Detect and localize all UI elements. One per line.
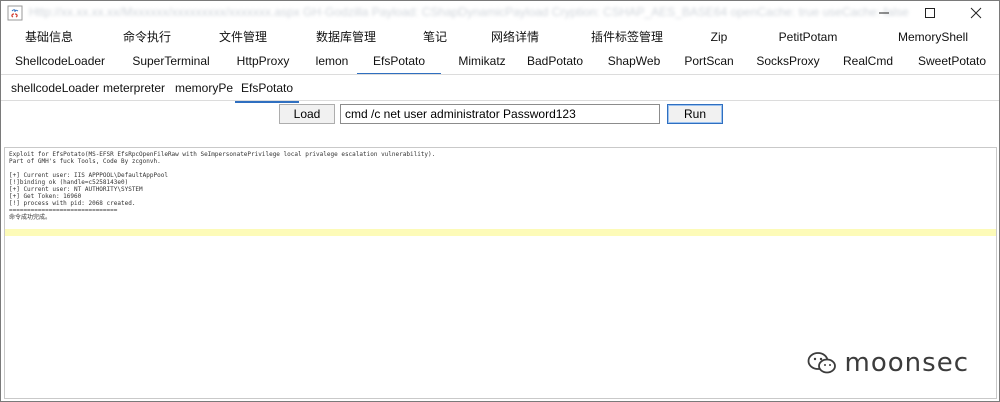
window-title: Http://xx.xx.xx.xx/Mxxxxxx/xxxxxxxxx/xxx… [29,5,909,19]
tab-database-manager[interactable]: 数据库管理 [316,25,376,49]
subtab-meterpreter[interactable]: meterpreter [103,76,165,100]
wechat-icon [807,352,836,374]
tab-divider [1,74,999,75]
tab-badpotato[interactable]: BadPotato [527,49,583,73]
tab-network-details[interactable]: 网络详情 [491,25,539,49]
tab-plugin-manager[interactable]: 插件标签管理 [591,25,663,49]
run-button[interactable]: Run [667,104,723,124]
tab-portscan[interactable]: PortScan [684,49,733,73]
output-line: [!]binding ok (handle=c5258143e0) [9,179,129,186]
tab-lemon[interactable]: lemon [316,49,349,73]
close-button[interactable] [953,1,999,25]
tab-notes[interactable]: 笔记 [423,25,447,49]
tab-realcmd[interactable]: RealCmd [843,49,893,73]
tab-shellcodeloader[interactable]: ShellcodeLoader [15,49,105,73]
subtab-efspotato[interactable]: EfsPotato [234,76,300,103]
command-input[interactable]: cmd /c net user administrator Password12… [340,104,660,124]
current-line-highlight [5,229,996,236]
output-line: ============================== [9,207,118,214]
minimize-button[interactable] [861,1,907,25]
minimize-icon [879,12,889,14]
tab-httpproxy[interactable]: HttpProxy [237,49,290,73]
tab-zip[interactable]: Zip [711,25,728,49]
subtab-memorype[interactable]: memoryPe [175,76,233,100]
watermark-text: moonsec [844,348,969,378]
output-line: Exploit for EfsPotato(MS-EFSR EfsRpcOpen… [9,151,436,158]
tab-row-2: ShellcodeLoader SuperTerminal HttpProxy … [1,49,999,75]
java-app-icon [7,5,23,21]
tab-command-exec[interactable]: 命令执行 [123,25,171,49]
close-icon [970,7,982,19]
tab-shapweb[interactable]: ShapWeb [608,49,660,73]
subtab-divider [1,100,999,101]
maximize-button[interactable] [907,1,953,25]
maximize-icon [925,8,935,18]
tab-socksproxy[interactable]: SocksProxy [756,49,819,73]
output-line: [+] Get Token: 16960 [9,193,82,200]
load-button[interactable]: Load [279,104,335,124]
output-line: Part of GMH's fuck Tools, Code By zcgonv… [9,158,161,165]
tab-mimikatz[interactable]: Mimikatz [458,49,505,73]
output-line: [+] Current user: NT AUTHORITY\SYSTEM [9,186,143,193]
tab-file-manager[interactable]: 文件管理 [219,25,267,49]
title-bar: Http://xx.xx.xx.xx/Mxxxxxx/xxxxxxxxx/xxx… [1,1,999,25]
tab-sweetpotato[interactable]: SweetPotato [918,49,986,73]
subtab-row: shellcodeLoader meterpreter memoryPe Efs… [1,76,999,103]
tab-petitpotam[interactable]: PetitPotam [779,25,838,49]
tab-superterminal[interactable]: SuperTerminal [132,49,209,73]
app-window: Http://xx.xx.xx.xx/Mxxxxxx/xxxxxxxxx/xxx… [0,0,1000,402]
tab-row-1: 基础信息 命令执行 文件管理 数据库管理 笔记 网络详情 插件标签管理 Zip … [1,25,999,49]
output-line: 命令成功完成。 [9,214,52,221]
output-line: [!] process with pid: 2068 created. [9,200,136,207]
watermark: moonsec [807,348,969,378]
tab-memoryshell[interactable]: MemoryShell [898,25,968,49]
tab-basic-info[interactable]: 基础信息 [25,25,73,49]
tab-efspotato[interactable]: EfsPotato [356,49,442,75]
output-line: [+] Current user: IIS APPPOOL\DefaultApp… [9,172,168,179]
subtab-shellcodeloader[interactable]: shellcodeLoader [11,76,99,100]
